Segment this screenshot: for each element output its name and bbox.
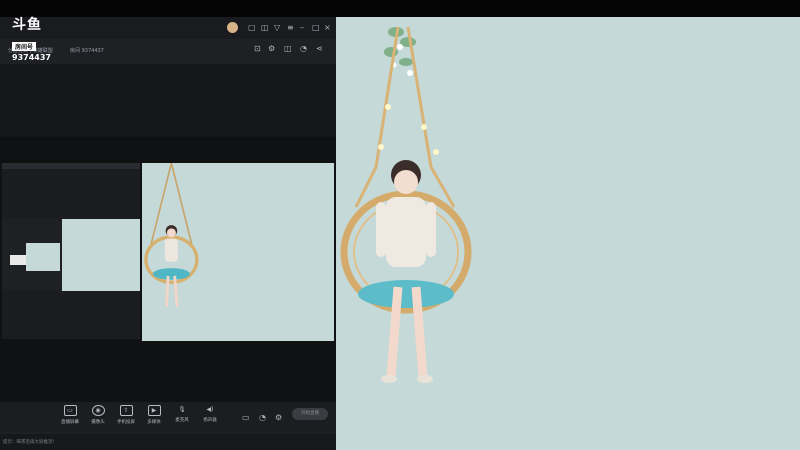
start-live-button[interactable]: 开始直播 bbox=[292, 408, 328, 420]
tool-screen-button[interactable]: ▭ 直播屏幕 bbox=[55, 405, 85, 425]
live-stage bbox=[336, 17, 800, 450]
nested-stage-preview bbox=[142, 163, 334, 341]
streaming-app-window: ▢ ◫ ▽ ≡ – □ × 分区分类 | 英雄联盟 房间 9374437 ⊡ ⚙… bbox=[0, 17, 336, 450]
skin-icon[interactable]: ◫ bbox=[261, 24, 269, 32]
phone-cast-icon: ⇧ bbox=[119, 405, 133, 416]
tool-speaker-button[interactable]: ◀) 扬声器 bbox=[195, 405, 225, 423]
settings-icon[interactable]: ⚙ bbox=[268, 45, 275, 53]
brand-text: 斗鱼 bbox=[12, 17, 42, 33]
top-black-bar bbox=[0, 0, 800, 17]
menu-icon[interactable]: ≡ bbox=[287, 24, 294, 32]
tool-label: 直播屏幕 bbox=[61, 420, 79, 425]
tool-label: 扬声器 bbox=[203, 418, 217, 423]
mic-icon: 🎙 bbox=[178, 406, 186, 413]
bottom-toolbar: ▭ 直播屏幕 ◉ 摄像头 ⇧ 手机投屏 ▶ 多媒体 🎙 麦克风 ◀) 扬声器 ▭… bbox=[0, 402, 336, 432]
timer-icon[interactable]: ◔ bbox=[259, 414, 266, 422]
nested-app-preview bbox=[2, 163, 140, 339]
tool-media-button[interactable]: ▶ 多媒体 bbox=[139, 405, 169, 425]
record-icon[interactable]: ◫ bbox=[284, 45, 292, 53]
preview-capture bbox=[0, 141, 336, 411]
speaker-icon: ◀) bbox=[206, 406, 214, 413]
record-icon[interactable]: ▭ bbox=[242, 414, 250, 422]
lock-icon[interactable]: ⊡ bbox=[254, 45, 261, 53]
tool-camera-button[interactable]: ◉ 摄像头 bbox=[83, 405, 113, 425]
swing-figure-illustration bbox=[340, 26, 472, 383]
camera-icon: ◉ bbox=[91, 405, 105, 416]
close-icon[interactable]: × bbox=[324, 24, 331, 32]
room-info-text: 房间 9374437 bbox=[70, 48, 104, 54]
room-label: 房间号 bbox=[12, 42, 37, 51]
chat-area bbox=[0, 64, 336, 137]
status-text: 提示：喝茶后再大屏推流！ bbox=[3, 440, 57, 445]
tool-label: 麦克风 bbox=[175, 418, 189, 423]
tool-phone-cast-button[interactable]: ⇧ 手机投屏 bbox=[111, 405, 141, 425]
status-bar: 提示：喝茶后再大屏推流！ bbox=[0, 434, 336, 450]
tool-label: 手机投屏 bbox=[117, 420, 135, 425]
tool-label: 摄像头 bbox=[91, 420, 105, 425]
tool-label: 多媒体 bbox=[147, 420, 161, 425]
gear-icon[interactable]: ⚙ bbox=[275, 414, 282, 422]
share-icon[interactable]: ⋖ bbox=[316, 45, 323, 53]
gift-icon[interactable]: ▽ bbox=[274, 24, 280, 32]
bell-icon[interactable]: ◔ bbox=[300, 45, 307, 53]
room-number: 9374437 bbox=[12, 53, 51, 62]
screen-icon: ▭ bbox=[63, 405, 77, 416]
message-icon[interactable]: ▢ bbox=[248, 24, 256, 32]
media-icon: ▶ bbox=[147, 405, 161, 416]
douyu-logo: 斗鱼 房间号 9374437 bbox=[12, 14, 60, 62]
tool-mic-button[interactable]: 🎙 麦克风 bbox=[167, 405, 197, 423]
maximize-icon[interactable]: □ bbox=[312, 24, 320, 32]
avatar[interactable] bbox=[227, 22, 238, 33]
minimize-icon[interactable]: – bbox=[300, 24, 304, 32]
